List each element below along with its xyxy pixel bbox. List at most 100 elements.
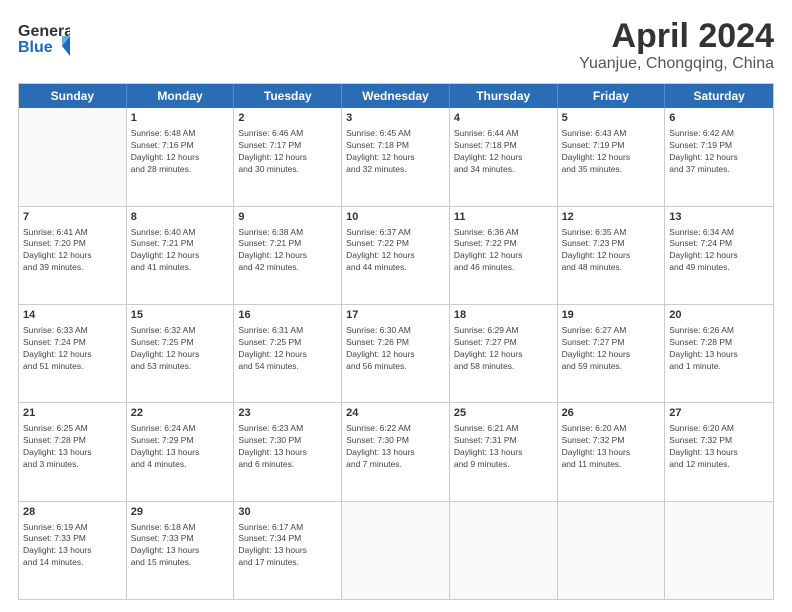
day-info: Sunrise: 6:34 AM Sunset: 7:24 PM Dayligh… xyxy=(669,227,769,275)
calendar-day-23: 23Sunrise: 6:23 AM Sunset: 7:30 PM Dayli… xyxy=(234,403,342,500)
calendar-day-4: 4 Sunrise: 6:44 AM Sunset: 7:18 PM Daylig… xyxy=(450,108,558,205)
day-number: 1 xyxy=(131,111,230,126)
calendar-day-2: 2 Sunrise: 6:46 AM Sunset: 7:17 PM Daylig… xyxy=(234,108,342,205)
day-number: 25 xyxy=(454,406,553,421)
day-number: 30 xyxy=(238,505,337,520)
calendar-day-26: 26Sunrise: 6:20 AM Sunset: 7:32 PM Dayli… xyxy=(558,403,666,500)
title-block: April 2024 Yuanjue, Chongqing, China xyxy=(579,18,774,73)
day-number: 16 xyxy=(238,308,337,323)
location-subtitle: Yuanjue, Chongqing, China xyxy=(579,55,774,73)
calendar-day-29: 29 Sunrise: 6:18 AM Sunset: 7:33 PM Dayli… xyxy=(127,502,235,599)
calendar-day-18: 18 Sunrise: 6:29 AM Sunset: 7:27 PM Dayli… xyxy=(450,305,558,402)
day-info: Sunrise: 6:38 AM Sunset: 7:21 PM Dayligh… xyxy=(238,227,337,275)
calendar-day-empty xyxy=(342,502,450,599)
day-number: 22 xyxy=(131,406,230,421)
day-info: Sunrise: 6:29 AM Sunset: 7:27 PM Dayligh… xyxy=(454,325,553,373)
day-info: Sunrise: 6:30 AM Sunset: 7:26 PM Dayligh… xyxy=(346,325,445,373)
day-number: 18 xyxy=(454,308,553,323)
calendar-page: General Blue April 2024 Yuanjue, Chongqi… xyxy=(0,0,792,612)
calendar-day-9: 9 Sunrise: 6:38 AM Sunset: 7:21 PM Daylig… xyxy=(234,207,342,304)
calendar-day-10: 10 Sunrise: 6:37 AM Sunset: 7:22 PM Dayli… xyxy=(342,207,450,304)
day-number: 12 xyxy=(562,210,661,225)
calendar-week-5: 28 Sunrise: 6:19 AM Sunset: 7:33 PM Dayli… xyxy=(19,502,773,599)
day-number: 10 xyxy=(346,210,445,225)
day-number: 29 xyxy=(131,505,230,520)
day-number: 11 xyxy=(454,210,553,225)
calendar-header-row: SundayMondayTuesdayWednesdayThursdayFrid… xyxy=(19,84,773,108)
calendar-day-empty xyxy=(665,502,773,599)
day-number: 28 xyxy=(23,505,122,520)
day-info: Sunrise: 6:45 AM Sunset: 7:18 PM Dayligh… xyxy=(346,128,445,176)
day-info: Sunrise: 6:31 AM Sunset: 7:25 PM Dayligh… xyxy=(238,325,337,373)
day-info: Sunrise: 6:18 AM Sunset: 7:33 PM Dayligh… xyxy=(131,522,230,570)
day-number: 8 xyxy=(131,210,230,225)
calendar-day-14: 14 Sunrise: 6:33 AM Sunset: 7:24 PM Dayli… xyxy=(19,305,127,402)
day-info: Sunrise: 6:48 AM Sunset: 7:16 PM Dayligh… xyxy=(131,128,230,176)
day-info: Sunrise: 6:26 AM Sunset: 7:28 PM Dayligh… xyxy=(669,325,769,373)
calendar-day-28: 28 Sunrise: 6:19 AM Sunset: 7:33 PM Dayli… xyxy=(19,502,127,599)
col-header-wednesday: Wednesday xyxy=(342,84,450,108)
calendar-week-4: 21 Sunrise: 6:25 AM Sunset: 7:28 PM Dayli… xyxy=(19,403,773,501)
day-info: Sunrise: 6:42 AM Sunset: 7:19 PM Dayligh… xyxy=(669,128,769,176)
calendar-day-8: 8Sunrise: 6:40 AM Sunset: 7:21 PM Daylig… xyxy=(127,207,235,304)
calendar-day-22: 22 Sunrise: 6:24 AM Sunset: 7:29 PM Dayli… xyxy=(127,403,235,500)
day-number: 5 xyxy=(562,111,661,126)
calendar-day-21: 21 Sunrise: 6:25 AM Sunset: 7:28 PM Dayli… xyxy=(19,403,127,500)
day-number: 13 xyxy=(669,210,769,225)
col-header-thursday: Thursday xyxy=(450,84,558,108)
day-info: Sunrise: 6:21 AM Sunset: 7:31 PM Dayligh… xyxy=(454,423,553,471)
day-number: 3 xyxy=(346,111,445,126)
calendar-day-13: 13 Sunrise: 6:34 AM Sunset: 7:24 PM Dayli… xyxy=(665,207,773,304)
calendar-week-1: 1 Sunrise: 6:48 AM Sunset: 7:16 PM Daylig… xyxy=(19,108,773,206)
day-number: 27 xyxy=(669,406,769,421)
col-header-saturday: Saturday xyxy=(665,84,773,108)
day-info: Sunrise: 6:46 AM Sunset: 7:17 PM Dayligh… xyxy=(238,128,337,176)
calendar-day-3: 3 Sunrise: 6:45 AM Sunset: 7:18 PM Daylig… xyxy=(342,108,450,205)
calendar-day-16: 16 Sunrise: 6:31 AM Sunset: 7:25 PM Dayli… xyxy=(234,305,342,402)
month-year-title: April 2024 xyxy=(579,18,774,55)
day-number: 2 xyxy=(238,111,337,126)
calendar-day-11: 11Sunrise: 6:36 AM Sunset: 7:22 PM Dayli… xyxy=(450,207,558,304)
calendar-day-27: 27 Sunrise: 6:20 AM Sunset: 7:32 PM Dayli… xyxy=(665,403,773,500)
calendar-day-15: 15Sunrise: 6:32 AM Sunset: 7:25 PM Dayli… xyxy=(127,305,235,402)
day-number: 14 xyxy=(23,308,122,323)
calendar-day-19: 19 Sunrise: 6:27 AM Sunset: 7:27 PM Dayli… xyxy=(558,305,666,402)
day-number: 17 xyxy=(346,308,445,323)
calendar-day-7: 7Sunrise: 6:41 AM Sunset: 7:20 PM Daylig… xyxy=(19,207,127,304)
calendar-day-6: 6Sunrise: 6:42 AM Sunset: 7:19 PM Daylig… xyxy=(665,108,773,205)
calendar-day-1: 1 Sunrise: 6:48 AM Sunset: 7:16 PM Daylig… xyxy=(127,108,235,205)
logo: General Blue xyxy=(18,18,70,65)
day-info: Sunrise: 6:43 AM Sunset: 7:19 PM Dayligh… xyxy=(562,128,661,176)
calendar-day-25: 25 Sunrise: 6:21 AM Sunset: 7:31 PM Dayli… xyxy=(450,403,558,500)
calendar-day-empty xyxy=(450,502,558,599)
calendar-day-5: 5 Sunrise: 6:43 AM Sunset: 7:19 PM Daylig… xyxy=(558,108,666,205)
col-header-friday: Friday xyxy=(558,84,666,108)
day-info: Sunrise: 6:25 AM Sunset: 7:28 PM Dayligh… xyxy=(23,423,122,471)
day-number: 26 xyxy=(562,406,661,421)
day-number: 4 xyxy=(454,111,553,126)
day-number: 19 xyxy=(562,308,661,323)
day-info: Sunrise: 6:20 AM Sunset: 7:32 PM Dayligh… xyxy=(669,423,769,471)
day-info: Sunrise: 6:22 AM Sunset: 7:30 PM Dayligh… xyxy=(346,423,445,471)
calendar-grid: SundayMondayTuesdayWednesdayThursdayFrid… xyxy=(18,83,774,600)
calendar-day-empty xyxy=(19,108,127,205)
calendar-day-30: 30 Sunrise: 6:17 AM Sunset: 7:34 PM Dayli… xyxy=(234,502,342,599)
day-info: Sunrise: 6:37 AM Sunset: 7:22 PM Dayligh… xyxy=(346,227,445,275)
day-info: Sunrise: 6:23 AM Sunset: 7:30 PM Dayligh… xyxy=(238,423,337,471)
day-number: 24 xyxy=(346,406,445,421)
day-info: Sunrise: 6:33 AM Sunset: 7:24 PM Dayligh… xyxy=(23,325,122,373)
day-info: Sunrise: 6:41 AM Sunset: 7:20 PM Dayligh… xyxy=(23,227,122,275)
day-info: Sunrise: 6:24 AM Sunset: 7:29 PM Dayligh… xyxy=(131,423,230,471)
day-number: 9 xyxy=(238,210,337,225)
day-info: Sunrise: 6:35 AM Sunset: 7:23 PM Dayligh… xyxy=(562,227,661,275)
day-number: 21 xyxy=(23,406,122,421)
day-info: Sunrise: 6:19 AM Sunset: 7:33 PM Dayligh… xyxy=(23,522,122,570)
day-info: Sunrise: 6:44 AM Sunset: 7:18 PM Dayligh… xyxy=(454,128,553,176)
col-header-monday: Monday xyxy=(127,84,235,108)
calendar-body: 1 Sunrise: 6:48 AM Sunset: 7:16 PM Daylig… xyxy=(19,108,773,599)
day-number: 15 xyxy=(131,308,230,323)
logo-icon: General Blue xyxy=(18,18,70,60)
day-info: Sunrise: 6:27 AM Sunset: 7:27 PM Dayligh… xyxy=(562,325,661,373)
day-info: Sunrise: 6:17 AM Sunset: 7:34 PM Dayligh… xyxy=(238,522,337,570)
col-header-tuesday: Tuesday xyxy=(234,84,342,108)
